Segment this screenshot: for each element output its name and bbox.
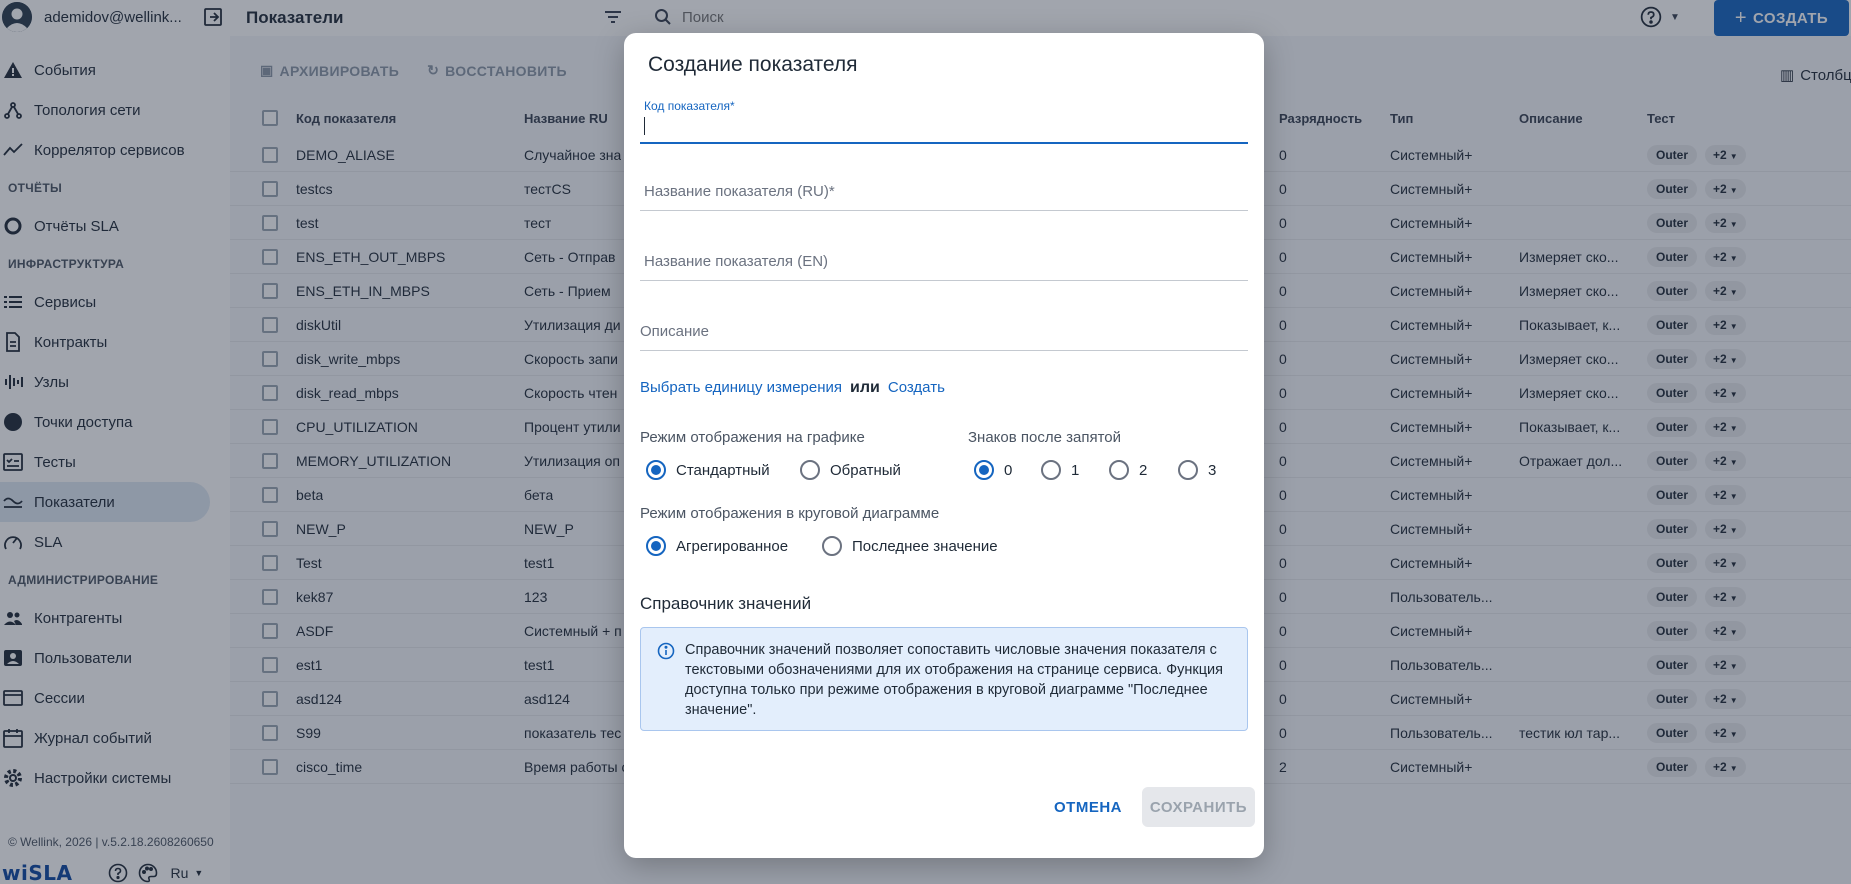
radio-label: 2 — [1139, 461, 1148, 479]
radio-circle — [646, 536, 666, 556]
required-mark: * — [828, 183, 835, 200]
field-underline — [640, 280, 1248, 281]
info-text: Справочник значений позволяет сопоставит… — [685, 642, 1223, 718]
radio-circle — [1178, 460, 1198, 480]
radio-circle — [974, 460, 994, 480]
create-unit-link[interactable]: Создать — [888, 379, 945, 396]
radio-label: Последнее значение — [852, 537, 998, 555]
name-en-placeholder: Название показателя (EN) — [644, 253, 829, 270]
decimals-1-radio[interactable]: 1 — [1041, 460, 1079, 480]
graph-mode-reverse-radio[interactable]: Обратный — [800, 460, 901, 480]
radio-circle — [822, 536, 842, 556]
create-indicator-dialog: Создание показателя Код показателя* Назв… — [624, 33, 1264, 858]
radio-label: 1 — [1071, 461, 1080, 479]
pie-mode-label: Режим отображения в круговой диаграмме — [640, 505, 940, 522]
pie-mode-aggregated-radio[interactable]: Агрегированное — [646, 536, 788, 556]
description-field[interactable]: Описание — [640, 315, 1248, 351]
radio-label: Стандартный — [676, 461, 770, 479]
code-field-label: Код показателя* — [644, 99, 735, 113]
field-underline — [640, 210, 1248, 211]
or-text: или — [850, 379, 880, 396]
decimals-3-radio[interactable]: 3 — [1178, 460, 1216, 480]
decimals-0-radio[interactable]: 0 — [974, 460, 1012, 480]
dialog-title: Создание показателя — [648, 53, 858, 76]
text-cursor — [644, 117, 645, 135]
radio-circle — [646, 460, 666, 480]
radio-label: Обратный — [830, 461, 901, 479]
value-dictionary-info: Справочник значений позволяет сопоставит… — [640, 627, 1248, 731]
pie-mode-last-value-radio[interactable]: Последнее значение — [822, 536, 998, 556]
radio-label: 0 — [1004, 461, 1013, 479]
name-ru-text: Название показателя (RU) — [644, 183, 829, 200]
radio-label: Агрегированное — [676, 537, 789, 555]
value-dictionary-title: Справочник значений — [640, 594, 812, 613]
name-ru-placeholder: Название показателя (RU)* — [644, 183, 835, 200]
decimals-label: Знаков после запятой — [968, 429, 1122, 446]
radio-circle — [1109, 460, 1129, 480]
decimals-2-radio[interactable]: 2 — [1109, 460, 1147, 480]
name-en-field[interactable]: Название показателя (EN) — [640, 245, 1248, 281]
radio-circle — [1041, 460, 1061, 480]
description-placeholder: Описание — [640, 323, 710, 340]
code-field[interactable]: Код показателя* — [640, 99, 1248, 144]
radio-label: 3 — [1208, 461, 1217, 479]
name-ru-field[interactable]: Название показателя (RU)* — [640, 175, 1248, 211]
code-label-text: Код показателя — [644, 99, 731, 113]
graph-mode-label: Режим отображения на графике — [640, 429, 865, 446]
unit-row: Выбрать единицу измерения или Создать — [640, 379, 945, 397]
required-mark: * — [730, 99, 735, 113]
field-underline — [640, 350, 1248, 351]
radio-circle — [800, 460, 820, 480]
select-unit-link[interactable]: Выбрать единицу измерения — [640, 379, 842, 396]
save-button[interactable]: СОХРАНИТЬ — [1142, 787, 1255, 827]
graph-mode-standard-radio[interactable]: Стандартный — [646, 460, 770, 480]
cancel-button[interactable]: ОТМЕНА — [1054, 799, 1122, 816]
field-underline — [640, 142, 1248, 144]
info-icon — [657, 642, 675, 666]
